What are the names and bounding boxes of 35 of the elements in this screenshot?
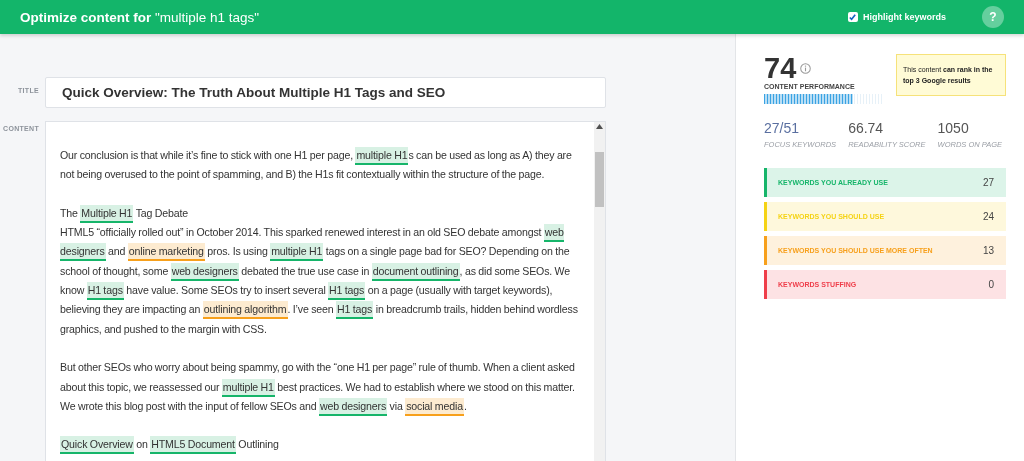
stat-value: 1050 xyxy=(937,120,970,136)
scrollbar[interactable] xyxy=(594,122,605,461)
keyword-highlight: H1 tags xyxy=(336,301,374,320)
stat-value: 27/51 xyxy=(764,120,801,136)
paragraph: Quick Overview on HTML5 Document Outlining xyxy=(60,435,586,455)
keyword-highlight: multiple H1 xyxy=(270,243,324,262)
keyword-highlight: multiple H1 xyxy=(221,378,275,397)
keyword-count: 27 xyxy=(982,177,994,188)
keyword-highlight: document outlining xyxy=(371,262,460,281)
keyword-highlight: Quick Overview xyxy=(60,436,134,455)
highlight-checkbox[interactable] xyxy=(848,12,858,22)
keyword-count: 24 xyxy=(982,211,994,222)
keyword-highlight: H1 tags xyxy=(86,282,124,301)
paragraph: But other SEOs who worry about being spammy, go with the “one H1 per page” rule of thumb. When a client asked about this topic, we reassessed our multiple H1 best practices. We had to establish where we stood on this matter. We wrote this blog post with the input of fellow SEOs and web designers via social media. xyxy=(60,358,586,417)
paragraph: The Multiple H1 Tag Debate xyxy=(60,203,586,224)
keyword-highlight: H1 tags xyxy=(328,282,366,301)
paragraph: HTML5 “officially rolled out” in October 2014. This sparked renewed interest in an old SEO debate amongst web designers and online marketing pros. Is using multiple H1 tags on a single page bad for SEO? Depending on the school of thought, some web designers debated the true use case in document outlining, as did some SEOs. We know H1 tags have value. Some SEOs try to insert several H1 tags on a page (usually with target keywords), believing they are impacting an outlining algorithm. I’ve seen H1 tags in breadcrumb trails, hidden behind wordless graphics, and pushed to the margin with CSS. xyxy=(60,223,579,337)
keyword-count: 13 xyxy=(982,245,994,256)
paragraph: Our conclusion is that while it’s fine to stick with one H1 per page, multiple H1s can be used as long as A) they are not being overused to the point of spamming, and B) the H1s fit contextually within the structure of the page. xyxy=(60,146,573,183)
keyword-highlight: HTML5 Document xyxy=(150,436,236,455)
scrollbar-thumb[interactable] xyxy=(595,152,604,207)
keyword-highlight: web designers xyxy=(170,262,239,281)
keyword-highlight: Multiple H1 xyxy=(80,204,134,223)
keyword-highlight: online marketing xyxy=(127,243,205,262)
content-editor[interactable] xyxy=(45,121,606,461)
keyword-highlight: multiple H1 xyxy=(355,147,409,165)
stat-value: 66.74 xyxy=(848,120,885,136)
keyword-highlight: outlining algorithm xyxy=(202,301,288,320)
scroll-up-icon[interactable] xyxy=(596,124,603,129)
keyword-count: 0 xyxy=(988,279,994,290)
keyword-highlight: web designers xyxy=(318,397,388,416)
title-field[interactable]: Quick Overview: The Truth About Multiple H1 Tags and SEO xyxy=(45,77,606,108)
keyword-highlight: social media xyxy=(405,397,464,416)
page-title: Optimize content for "multiple h1 tags" xyxy=(20,9,261,25)
score-value: 74 xyxy=(764,54,797,82)
